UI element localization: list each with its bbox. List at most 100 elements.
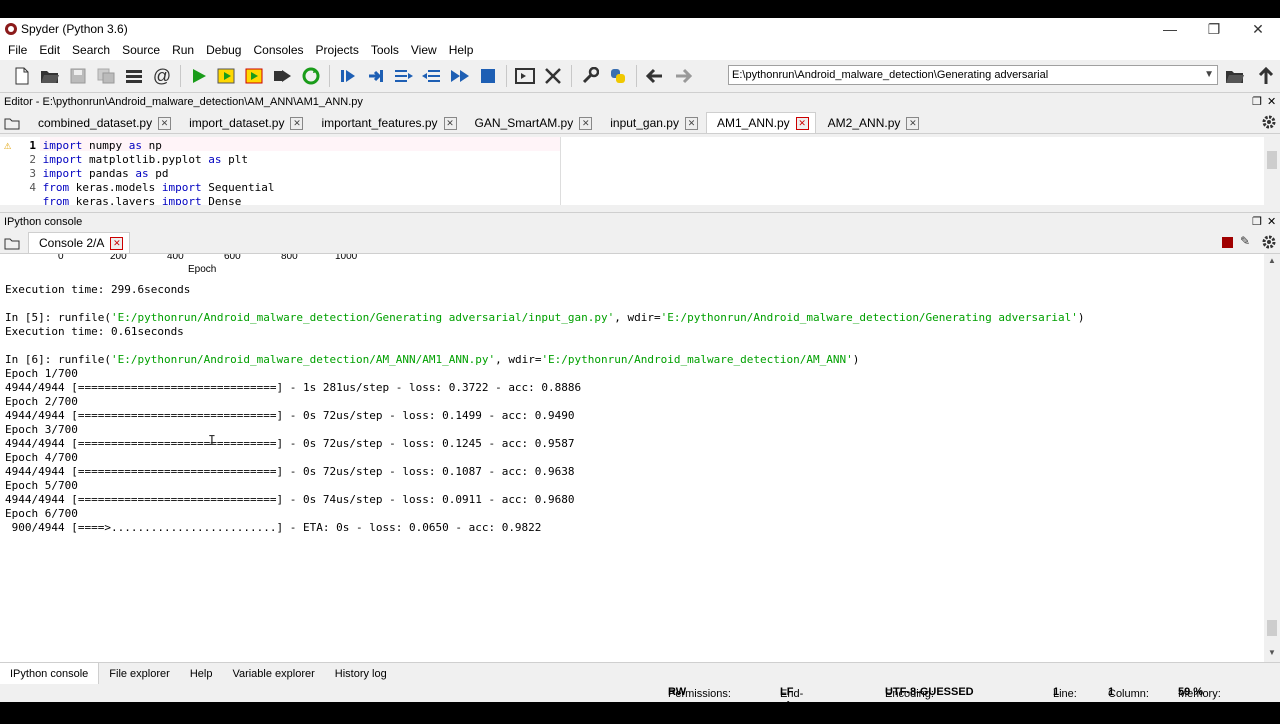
menu-consoles[interactable]: Consoles	[247, 43, 309, 57]
maximize-pane-icon[interactable]	[514, 65, 536, 87]
tab-import-dataset[interactable]: import_dataset.py ✕	[179, 113, 309, 133]
menu-file[interactable]: File	[2, 43, 33, 57]
undock-icon[interactable]: ❐	[1252, 213, 1262, 231]
tab-help[interactable]: Help	[180, 663, 223, 685]
undock-icon[interactable]: ❐	[1252, 93, 1262, 111]
tab-input-gan[interactable]: input_gan.py ✕	[600, 113, 704, 133]
menu-view[interactable]: View	[405, 43, 443, 57]
close-icon[interactable]: ✕	[1236, 18, 1280, 40]
debug-icon[interactable]	[337, 65, 359, 87]
toolbar-separator	[329, 65, 330, 87]
toolbar-separator	[571, 65, 572, 87]
tab-console[interactable]: Console 2/A ✕	[28, 232, 131, 253]
fullscreen-icon[interactable]	[542, 65, 564, 87]
forward-arrow-icon[interactable]	[672, 65, 694, 87]
tab-important-features[interactable]: important_features.py ✕	[311, 113, 462, 133]
menu-help[interactable]: Help	[443, 43, 480, 57]
close-tab-icon[interactable]: ✕	[579, 116, 593, 130]
chevron-down-icon[interactable]: ▼	[1204, 66, 1214, 84]
save-all-icon[interactable]	[95, 65, 117, 87]
toolbar-separator	[180, 65, 181, 87]
scrollbar-thumb[interactable]	[1267, 151, 1277, 169]
editor-path: Editor - E:\pythonrun\Android_malware_de…	[4, 96, 363, 108]
python-path-icon[interactable]	[607, 65, 629, 87]
console-output-line: Epoch 5/700	[5, 479, 78, 492]
close-pane-icon[interactable]: ✕	[1267, 213, 1276, 231]
run-icon[interactable]	[188, 65, 210, 87]
code-editor[interactable]: ⚠ 1 import numpy as np 2 import matplotl…	[0, 137, 1264, 205]
close-tab-icon[interactable]: ✕	[443, 116, 457, 130]
close-tab-icon[interactable]: ✕	[684, 116, 698, 130]
close-tab-icon[interactable]: ✕	[906, 116, 920, 130]
spyder-logo-icon	[5, 23, 17, 35]
step-into-icon[interactable]	[393, 65, 415, 87]
minimize-icon[interactable]: —	[1148, 18, 1192, 40]
menu-tools[interactable]: Tools	[365, 43, 405, 57]
title-bar: Spyder (Python 3.6) — ❐ ✕	[0, 18, 1280, 40]
stop-kernel-icon[interactable]	[1222, 237, 1233, 248]
clear-console-icon[interactable]: ✎	[1240, 234, 1250, 248]
wrench-icon[interactable]	[579, 65, 601, 87]
text-cursor-icon: I	[208, 434, 216, 449]
save-icon[interactable]	[67, 65, 89, 87]
gear-icon[interactable]	[1262, 235, 1276, 252]
scroll-up-icon[interactable]: ▲	[1268, 256, 1276, 265]
step-return-icon[interactable]	[421, 65, 443, 87]
run-cell-advance-icon[interactable]	[244, 65, 266, 87]
close-tab-icon[interactable]: ✕	[290, 116, 304, 130]
back-arrow-icon[interactable]	[644, 65, 666, 87]
console-output-line: Epoch 6/700	[5, 507, 78, 520]
browse-tabs-icon[interactable]	[0, 233, 26, 253]
rerun-icon[interactable]	[300, 65, 322, 87]
tab-gan-smartam[interactable]: GAN_SmartAM.py ✕	[465, 113, 599, 133]
run-cell-icon[interactable]	[216, 65, 238, 87]
tab-variable-explorer[interactable]: Variable explorer	[222, 663, 324, 685]
menu-search[interactable]: Search	[66, 43, 116, 57]
scroll-down-icon[interactable]: ▼	[1268, 648, 1276, 657]
code-line: 1 import numpy as np	[29, 139, 162, 152]
console-input-line: In [6]: runfile('E:/pythonrun/Android_ma…	[5, 353, 860, 366]
new-file-icon[interactable]	[11, 65, 33, 87]
working-directory-input[interactable]: E:\pythonrun\Android_malware_detection\G…	[728, 65, 1218, 85]
open-file-icon[interactable]	[39, 65, 61, 87]
toolbar-separator	[636, 65, 637, 87]
bottom-pane-tabs: IPython console File explorer Help Varia…	[0, 662, 1280, 685]
menu-debug[interactable]: Debug	[200, 43, 247, 57]
scrollbar-thumb[interactable]	[1267, 620, 1277, 636]
console-scrollbar[interactable]: ▲ ▼	[1264, 254, 1280, 662]
at-symbol-icon[interactable]: @	[151, 65, 173, 87]
close-pane-icon[interactable]: ✕	[1267, 93, 1276, 111]
tab-file-explorer[interactable]: File explorer	[99, 663, 180, 685]
outline-icon[interactable]	[123, 65, 145, 87]
code-line: 2 import matplotlib.pyplot as plt	[29, 153, 248, 166]
code-line: 4 from keras.models import Sequential	[29, 181, 275, 194]
tab-combined-dataset[interactable]: combined_dataset.py ✕	[28, 113, 177, 133]
tab-ipython-console[interactable]: IPython console	[0, 663, 100, 685]
tab-history-log[interactable]: History log	[325, 663, 397, 685]
stop-debug-icon[interactable]	[477, 65, 499, 87]
step-icon[interactable]	[365, 65, 387, 87]
close-tab-icon[interactable]: ✕	[110, 236, 124, 250]
close-tab-icon[interactable]: ✕	[158, 116, 172, 130]
menu-edit[interactable]: Edit	[33, 43, 66, 57]
parent-directory-icon[interactable]	[1255, 65, 1277, 87]
restore-icon[interactable]: ❐	[1192, 18, 1236, 40]
close-tab-icon[interactable]: ✕	[795, 116, 809, 130]
tab-am2-ann[interactable]: AM2_ANN.py ✕	[818, 113, 926, 133]
continue-icon[interactable]	[449, 65, 471, 87]
plot-axis-tick: 800	[281, 254, 298, 262]
menu-run[interactable]: Run	[166, 43, 200, 57]
browse-tabs-icon[interactable]	[0, 113, 26, 133]
editor-scrollbar[interactable]	[1264, 137, 1280, 205]
menu-source[interactable]: Source	[116, 43, 166, 57]
browse-folder-icon[interactable]	[1224, 65, 1246, 87]
console-pane-title: IPython console ❐ ✕	[0, 212, 1280, 231]
tab-am1-ann[interactable]: AM1_ANN.py ✕	[705, 112, 816, 133]
console-output-line: Epoch 2/700	[5, 395, 78, 408]
console-input-line: In [5]: runfile('E:/pythonrun/Android_ma…	[5, 311, 1085, 324]
menu-projects[interactable]: Projects	[310, 43, 365, 57]
run-selection-icon[interactable]	[272, 65, 294, 87]
gear-icon[interactable]	[1262, 115, 1276, 132]
code-line: from keras.layers import Dense	[42, 195, 242, 205]
ipython-console[interactable]: 0 200 400 600 800 1000 Epoch Execution t…	[0, 254, 1264, 662]
